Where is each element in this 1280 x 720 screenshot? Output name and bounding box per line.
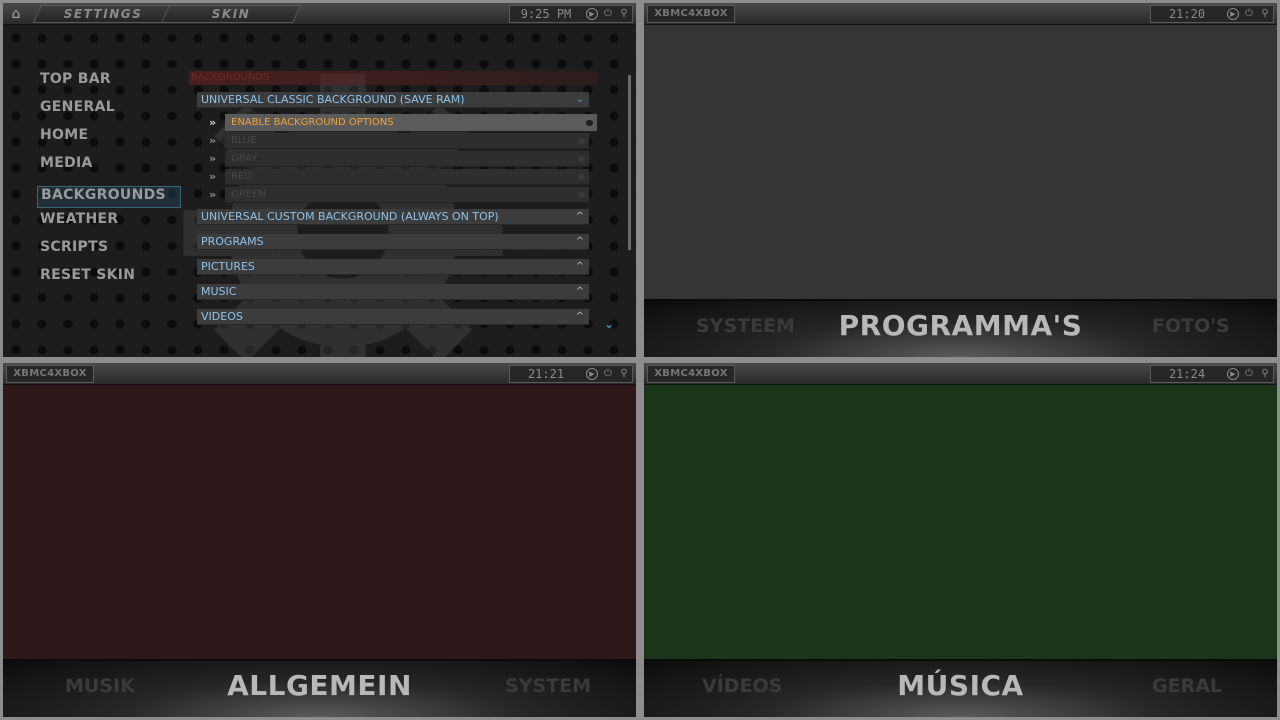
clock-box: 21:21 ▶ ⏻ ⚲ (509, 365, 633, 383)
power-icon[interactable]: ⏻ (602, 368, 614, 380)
xbmc4xbox-logo: XBMC4XBOX (6, 365, 94, 383)
home-icon[interactable]: ⌂ (5, 5, 27, 23)
double-chevron-icon: » (209, 188, 217, 201)
home-screen-musica: XBMC4XBOX 21:24 ▶ ⏻ ⚲ VÍDEOS MÚSICA GERA… (644, 363, 1277, 717)
toggle-indicator (578, 192, 585, 198)
power-icon[interactable]: ⏻ (1243, 8, 1255, 20)
clock: 21:24 (1168, 367, 1206, 381)
setting-music[interactable]: MUSIC ^ (197, 284, 589, 300)
clock: 9:25 PM (520, 7, 572, 21)
play-icon[interactable]: ▶ (1227, 368, 1239, 380)
toggle-indicator (578, 174, 585, 180)
option-gray[interactable]: » GRAY (209, 151, 589, 167)
play-icon[interactable]: ▶ (586, 8, 598, 20)
top-bar: XBMC4XBOX 21:20 ▶ ⏻ ⚲ (644, 3, 1277, 25)
play-icon[interactable]: ▶ (1227, 8, 1239, 20)
menu-item-system[interactable]: SYSTEM (505, 675, 591, 697)
search-icon[interactable]: ⚲ (618, 8, 630, 20)
double-chevron-icon: » (209, 134, 217, 147)
sidebar-item-backgrounds[interactable]: BACKGROUNDS (37, 186, 181, 208)
sidebar-item-top-bar[interactable]: TOP BAR (37, 71, 181, 99)
settings-list: BACKGROUNDS UNIVERSAL CLASSIC BACKGROUND… (189, 71, 597, 334)
top-bar: XBMC4XBOX 21:21 ▶ ⏻ ⚲ (3, 363, 636, 385)
chevron-up-icon: ^ (575, 261, 584, 272)
clock-box: 21:20 ▶ ⏻ ⚲ (1150, 5, 1274, 23)
breadcrumb-skin[interactable]: SKIN (160, 5, 302, 23)
sidebar-item-reset-skin[interactable]: RESET SKIN (37, 267, 181, 295)
home-screen-programmas: XBMC4XBOX 21:20 ▶ ⏻ ⚲ SYSTEEM PROGRAMMA'… (644, 3, 1277, 357)
sidebar-item-home[interactable]: HOME (37, 127, 181, 155)
play-icon[interactable]: ▶ (586, 368, 598, 380)
option-red[interactable]: » RED (209, 169, 589, 185)
chevron-up-icon: ^ (575, 211, 584, 222)
chevron-down-icon: ⌄ (575, 94, 584, 105)
setting-pictures[interactable]: PICTURES ^ (197, 259, 589, 275)
search-icon[interactable]: ⚲ (1259, 8, 1271, 20)
setting-custom-background[interactable]: UNIVERSAL CUSTOM BACKGROUND (ALWAYS ON T… (197, 209, 589, 225)
list-header: BACKGROUNDS (189, 71, 597, 85)
chevron-up-icon: ^ (575, 236, 584, 247)
settings-sidebar: TOP BAR GENERAL HOME MEDIA BACKGROUNDS W… (37, 71, 181, 295)
clock-box: 21:24 ▶ ⏻ ⚲ (1150, 365, 1274, 383)
scrollbar[interactable] (628, 75, 631, 250)
toggle-indicator (578, 156, 585, 162)
home-menu: VÍDEOS MÚSICA GERAL (644, 659, 1277, 717)
top-bar: XBMC4XBOX 21:24 ▶ ⏻ ⚲ (644, 363, 1277, 385)
toggle-indicator (586, 120, 593, 126)
power-icon[interactable]: ⏻ (602, 8, 614, 20)
sidebar-item-weather[interactable]: WEATHER (37, 211, 181, 239)
option-blue[interactable]: » BLUE (209, 133, 589, 149)
sidebar-item-general[interactable]: GENERAL (37, 99, 181, 127)
double-chevron-icon: » (209, 170, 217, 183)
clock: 21:21 (527, 367, 565, 381)
xbmc4xbox-logo: XBMC4XBOX (647, 5, 735, 23)
double-chevron-icon: » (209, 152, 217, 165)
option-green[interactable]: » GREEN (209, 187, 589, 203)
menu-item-geral[interactable]: GERAL (1152, 675, 1222, 697)
toggle-indicator (578, 138, 585, 144)
home-screen-allgemein: XBMC4XBOX 21:21 ▶ ⏻ ⚲ MUSIK ALLGEMEIN SY… (3, 363, 636, 717)
home-menu: MUSIK ALLGEMEIN SYSTEM (3, 659, 636, 717)
clock-box: 9:25 PM ▶ ⏻ ⚲ (509, 5, 633, 23)
scroll-down-icon[interactable]: ⌄ (604, 317, 614, 331)
double-chevron-icon: » (209, 116, 217, 129)
breadcrumb-settings[interactable]: SETTINGS (32, 5, 174, 23)
search-icon[interactable]: ⚲ (1259, 368, 1271, 380)
top-bar: ⌂ SETTINGS SKIN 9:25 PM ▶ ⏻ ⚲ (3, 3, 636, 25)
option-enable-background[interactable]: » ENABLE BACKGROUND OPTIONS (209, 114, 597, 132)
sidebar-item-scripts[interactable]: SCRIPTS (37, 239, 181, 267)
setting-programs[interactable]: PROGRAMS ^ (197, 234, 589, 250)
search-icon[interactable]: ⚲ (618, 368, 630, 380)
setting-videos[interactable]: VIDEOS ^ (197, 309, 589, 325)
home-menu: SYSTEEM PROGRAMMA'S FOTO'S (644, 299, 1277, 357)
power-icon[interactable]: ⏻ (1243, 368, 1255, 380)
chevron-up-icon: ^ (575, 311, 584, 322)
xbmc4xbox-logo: XBMC4XBOX (647, 365, 735, 383)
skin-settings-screen: ⌂ SETTINGS SKIN 9:25 PM ▶ ⏻ ⚲ TOP BAR GE… (3, 3, 636, 357)
sidebar-item-media[interactable]: MEDIA (37, 155, 181, 183)
menu-item-fotos[interactable]: FOTO'S (1152, 315, 1230, 337)
clock: 21:20 (1168, 7, 1206, 21)
chevron-up-icon: ^ (575, 286, 584, 297)
setting-classic-background[interactable]: UNIVERSAL CLASSIC BACKGROUND (SAVE RAM) … (197, 92, 589, 108)
